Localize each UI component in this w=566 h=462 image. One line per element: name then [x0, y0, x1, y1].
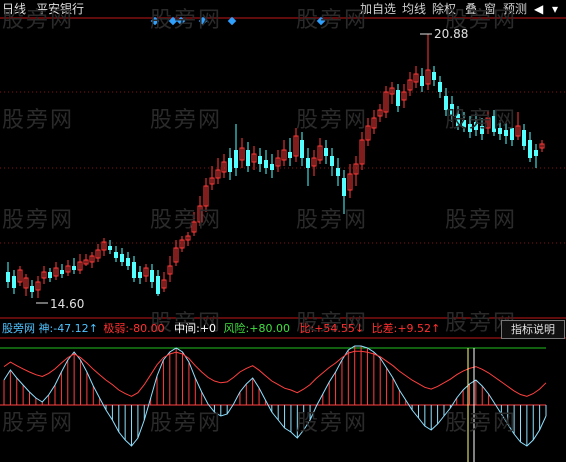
indicator-help-button[interactable]: 指标说明: [501, 320, 565, 339]
candle-body-down: [30, 286, 34, 292]
candle-body-down: [450, 104, 454, 116]
candle-body-down: [264, 160, 268, 168]
candle-body-down: [306, 158, 310, 168]
period-label[interactable]: 日线: [2, 0, 26, 18]
candle-body-down: [330, 156, 334, 166]
candle-body-down: [132, 262, 136, 278]
candle-body-down: [60, 270, 64, 274]
candle-body-down: [438, 82, 442, 92]
chart-stage: 日线 平安银行 加自选 均线 除权 叠 窗 预测 ◀ ▾ 股旁网 股旁网 股旁网…: [0, 0, 566, 462]
candle-body-down: [12, 276, 16, 288]
candle-body-down: [246, 150, 250, 166]
candle-body-down: [228, 158, 232, 172]
forecast-button[interactable]: 预测: [503, 0, 527, 18]
candle-body-down: [462, 120, 466, 128]
candle-body-down: [432, 72, 436, 80]
candle-body-down: [150, 270, 154, 282]
ex-rights-button[interactable]: 除权: [432, 0, 456, 18]
candle-body-down: [498, 128, 502, 134]
candle-body-down: [72, 266, 76, 270]
candle-body-down: [336, 168, 340, 176]
low-price-label: 14.60: [50, 297, 85, 311]
dropdown-arrow-icon[interactable]: ▾: [552, 0, 558, 18]
ratio-line: [3, 350, 547, 397]
overlay-button[interactable]: 叠: [465, 0, 477, 18]
legend-item-ratio: 比:+54.55↓: [299, 322, 365, 335]
candle-body-down: [522, 130, 526, 146]
candle-body-down: [156, 276, 160, 294]
window-button[interactable]: 窗: [484, 0, 496, 18]
price-chart[interactable]: [0, 0, 566, 462]
stock-name: 平安银行: [36, 2, 85, 16]
candle-body-down: [126, 258, 130, 266]
candle-body-down: [6, 272, 10, 282]
candle-body-down: [324, 148, 328, 156]
candle-body-down: [258, 156, 262, 164]
candle-body-down: [48, 272, 52, 278]
candle-body-down: [480, 126, 484, 134]
back-arrow-icon[interactable]: ◀: [534, 0, 543, 18]
candle-body-down: [456, 114, 460, 126]
candle-body-down: [528, 140, 532, 158]
candle-body-down: [420, 76, 424, 86]
candle-body-down: [108, 246, 112, 250]
candle-body-down: [510, 128, 514, 140]
candle-body-down: [396, 90, 400, 106]
candle-body-down: [138, 272, 142, 278]
indicator-legend: 股旁网 神:-47.12↑ 极弱:-80.00 中间:+0 风险:+80.00 …: [2, 321, 440, 337]
candle-body-down: [474, 122, 478, 130]
candle-body-down: [468, 124, 472, 132]
candle-body-down: [492, 116, 496, 132]
candle-body-down: [234, 150, 238, 168]
candle-body-down: [120, 254, 124, 262]
candle-body-down: [300, 140, 304, 158]
legend-item-ratio-diff: 比差:+9.52↑: [371, 322, 441, 335]
candle-body-down: [444, 96, 448, 110]
candle-body-down: [534, 150, 538, 156]
legend-item-risk: 风险:+80.00: [223, 322, 290, 335]
legend-item-shen: 神:-47.12↑: [38, 322, 98, 335]
indicator-name: 股旁网: [2, 322, 35, 335]
candle-body-down: [114, 252, 118, 258]
high-price-label: 20.88: [434, 27, 469, 41]
candle-body-down: [270, 164, 274, 170]
candle-body-down: [342, 178, 346, 196]
moving-average-button[interactable]: 均线: [402, 0, 426, 18]
legend-item-extreme-weak: 极弱:-80.00: [103, 322, 165, 335]
add-watchlist-button[interactable]: 加自选: [360, 0, 396, 18]
candle-body-down: [504, 130, 508, 136]
legend-item-middle: 中间:+0: [174, 322, 217, 335]
candle-body-down: [288, 152, 292, 158]
